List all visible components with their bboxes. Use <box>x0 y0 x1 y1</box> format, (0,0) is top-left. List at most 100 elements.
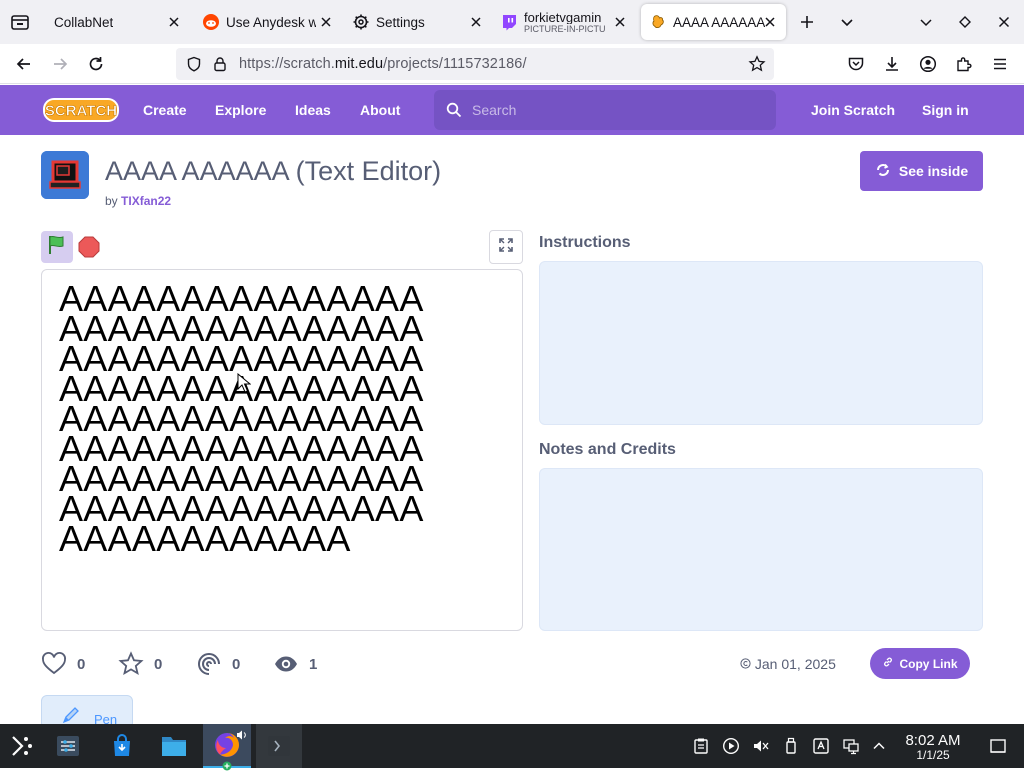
tray-expand-chevron-icon[interactable] <box>870 737 888 755</box>
audio-playing-icon <box>235 728 247 746</box>
system-settings-icon[interactable] <box>52 730 84 762</box>
close-icon[interactable] <box>468 14 484 30</box>
mouse-cursor-icon <box>237 372 252 398</box>
downloads-icon[interactable] <box>880 52 904 76</box>
views-count: 1 <box>309 655 318 673</box>
sign-in-link[interactable]: Sign in <box>922 102 969 118</box>
project-title: AAAA AAAAAA (Text Editor) <box>105 156 442 186</box>
tab-twitch[interactable]: forkietvgamin PICTURE-IN-PICTU <box>494 4 636 40</box>
tab-subtitle: PICTURE-IN-PICTU <box>524 23 606 34</box>
heart-icon <box>41 651 67 677</box>
star-icon <box>118 651 144 677</box>
close-window-icon[interactable] <box>992 10 1016 34</box>
url-bar[interactable]: https://scratch.mit.edu/projects/1115732… <box>176 48 774 80</box>
instructions-heading: Instructions <box>539 234 631 251</box>
url-path: /projects/1115732186/ <box>383 56 527 72</box>
search-box[interactable] <box>434 90 776 130</box>
remix-stat: 0 <box>196 651 240 677</box>
green-flag-button[interactable] <box>41 231 73 263</box>
join-scratch-link[interactable]: Join Scratch <box>811 102 895 118</box>
desktop-taskbar: 8:02 AM 1/1/25 <box>0 724 1024 771</box>
see-inside-button[interactable]: See inside <box>860 151 983 191</box>
nav-create[interactable]: Create <box>143 102 187 118</box>
nav-about[interactable]: About <box>360 102 400 118</box>
twitch-icon <box>500 13 518 31</box>
account-icon[interactable] <box>916 52 940 76</box>
fullscreen-icon <box>498 237 514 258</box>
nav-ideas[interactable]: Ideas <box>295 102 331 118</box>
show-desktop-icon[interactable] <box>989 737 1007 755</box>
close-icon[interactable] <box>612 14 628 30</box>
author-link[interactable]: TIXfan22 <box>121 194 171 208</box>
close-icon[interactable] <box>762 14 778 30</box>
extensions-puzzle-icon[interactable] <box>952 52 976 76</box>
byline-prefix: by <box>105 194 118 208</box>
fullscreen-button[interactable] <box>489 230 523 264</box>
love-count: 0 <box>77 655 86 673</box>
scratch-logo[interactable]: SCRATCH <box>42 96 120 124</box>
media-player-icon[interactable] <box>722 737 740 755</box>
app-launcher-icon[interactable] <box>6 730 38 762</box>
see-inside-label: See inside <box>898 163 969 179</box>
firefox-view-icon[interactable] <box>8 10 32 34</box>
bookmark-star-icon[interactable] <box>748 55 766 78</box>
volume-muted-icon[interactable] <box>752 737 770 755</box>
project-author-avatar[interactable] <box>41 151 89 199</box>
stage-text-output: AAAAAAAAAAAAAAA AAAAAAAAAAAAAAA AAAAAAAA… <box>59 281 519 559</box>
tab-reddit[interactable]: Use Anydesk w <box>194 4 342 40</box>
forward-arrow-icon[interactable] <box>48 52 72 76</box>
list-all-tabs-icon[interactable] <box>835 10 859 34</box>
url-text[interactable]: https://scratch.mit.edu/projects/1115732… <box>239 56 527 72</box>
tab-settings[interactable]: Settings <box>344 4 492 40</box>
network-wired-icon[interactable] <box>842 737 860 755</box>
file-manager-icon[interactable] <box>158 730 190 762</box>
clipboard-icon[interactable] <box>692 737 710 755</box>
tab-title: forkietvgamin <box>524 10 602 24</box>
search-input[interactable] <box>472 90 762 130</box>
lock-icon[interactable] <box>212 56 228 77</box>
instructions-panel <box>539 261 983 425</box>
badge-plus-icon <box>222 758 232 776</box>
stage-text-line: AAAAAAAAAAAA <box>59 518 351 559</box>
share-date: Jan 01, 2025 <box>740 656 836 672</box>
favorite-stat[interactable]: 0 <box>118 651 162 677</box>
remix-arrows-icon <box>875 162 891 181</box>
remix-swirl-icon <box>196 651 222 677</box>
clock-time[interactable]: 8:02 AM <box>900 732 966 749</box>
tab-title: Settings <box>376 14 425 30</box>
green-flag-icon <box>46 234 68 261</box>
close-icon[interactable] <box>166 14 182 30</box>
maximize-window-icon[interactable] <box>953 10 977 34</box>
love-stat[interactable]: 0 <box>41 651 85 677</box>
firefox-taskbar-icon[interactable] <box>203 724 251 771</box>
reload-icon[interactable] <box>84 52 108 76</box>
project-byline: by TIXfan22 <box>105 194 171 208</box>
hamburger-menu-icon[interactable] <box>988 52 1012 76</box>
notes-heading: Notes and Credits <box>539 441 676 458</box>
close-icon[interactable] <box>318 14 334 30</box>
svg-text:SCRATCH: SCRATCH <box>45 103 117 120</box>
copy-link-button[interactable]: Copy Link <box>870 648 970 679</box>
terminal-icon[interactable] <box>256 724 302 768</box>
scratch-site-header: SCRATCH Create Explore Ideas About Join … <box>0 85 1024 135</box>
tab-title: AAAA AAAAAA <box>673 14 766 30</box>
copy-link-label: Copy Link <box>899 656 958 671</box>
tab-title: CollabNet <box>54 14 114 30</box>
pocket-icon[interactable] <box>844 52 868 76</box>
tab-scratch-project[interactable]: AAAA AAAAAA <box>641 4 786 40</box>
tab-title: Use Anydesk w <box>226 14 316 30</box>
tab-collabnet[interactable]: CollabNet <box>44 4 190 40</box>
back-arrow-icon[interactable] <box>12 52 36 76</box>
notes-panel <box>539 468 983 631</box>
new-tab-icon[interactable] <box>795 10 819 34</box>
nav-explore[interactable]: Explore <box>215 102 266 118</box>
shield-icon[interactable] <box>186 56 202 77</box>
project-stage[interactable]: AAAAAAAAAAAAAAA AAAAAAAAAAAAAAA AAAAAAAA… <box>41 269 523 631</box>
stop-button[interactable] <box>78 236 100 258</box>
usb-device-icon[interactable] <box>782 737 800 755</box>
minimize-window-icon[interactable] <box>914 10 938 34</box>
clock-date[interactable]: 1/1/25 <box>900 748 966 762</box>
keyboard-layout-icon[interactable] <box>812 737 830 755</box>
views-stat: 1 <box>273 651 317 677</box>
discover-store-icon[interactable] <box>106 730 138 762</box>
